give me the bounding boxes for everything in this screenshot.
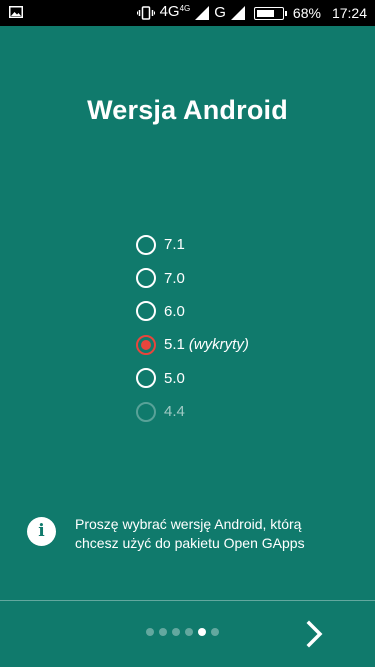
chevron-right-icon [306, 620, 323, 648]
info-line: Proszę wybrać wersję Android, którą [75, 516, 302, 532]
battery-icon [253, 6, 287, 20]
radio-button[interactable] [136, 234, 156, 255]
radio-button-selected[interactable] [136, 334, 156, 355]
version-label: 7.1 [164, 236, 185, 254]
page-dot [172, 628, 180, 636]
page-dot [146, 628, 154, 636]
version-label: 6.0 [164, 302, 185, 320]
page-dot [159, 628, 167, 636]
version-option-7-0[interactable]: 7.0 [136, 261, 249, 294]
page-dot [185, 628, 193, 636]
next-button[interactable] [300, 617, 330, 651]
page-title: Wersja Android [87, 95, 288, 125]
bottom-divider [0, 600, 375, 601]
version-option-7-1[interactable]: 7.1 [136, 228, 249, 261]
version-label: 5.1 (wykryty) [164, 336, 249, 354]
version-label: 5.0 [164, 369, 185, 387]
signal-icon [195, 6, 210, 20]
page-dot [211, 628, 219, 636]
radio-button[interactable] [136, 268, 156, 289]
radio-button[interactable] [136, 368, 156, 389]
version-label: 7.0 [164, 269, 185, 287]
battery-percent: 68% [292, 5, 321, 21]
android-version-radio-group: 7.1 7.0 6.0 5.1 (wykryty) 5.0 4.4 [136, 228, 249, 428]
page-indicator [146, 628, 219, 636]
vibrate-icon [136, 6, 155, 20]
clock: 17:24 [331, 5, 367, 21]
page-dot-active [198, 628, 206, 636]
network-type-4g: 4G4G [159, 3, 191, 20]
version-option-5-0[interactable]: 5.0 [136, 362, 249, 395]
version-option-6-0[interactable]: 6.0 [136, 295, 249, 328]
version-option-5-1[interactable]: 5.1 (wykryty) [136, 328, 249, 361]
detected-note: (wykryty) [188, 336, 249, 354]
version-label: 4.4 [164, 403, 185, 421]
status-bar: 4G4G G 68% 17:24 [0, 0, 375, 26]
network-type-g: G [214, 4, 226, 21]
image-icon [9, 6, 23, 18]
radio-button-disabled [136, 401, 156, 422]
radio-button[interactable] [136, 301, 156, 322]
signal-icon [230, 6, 245, 20]
info-line: chcesz użyć do pakietu Open GApps [75, 535, 305, 551]
version-option-4-4: 4.4 [136, 395, 249, 428]
info-icon: i [27, 517, 56, 546]
info-message: Proszę wybrać wersję Android, którą chce… [75, 515, 365, 553]
